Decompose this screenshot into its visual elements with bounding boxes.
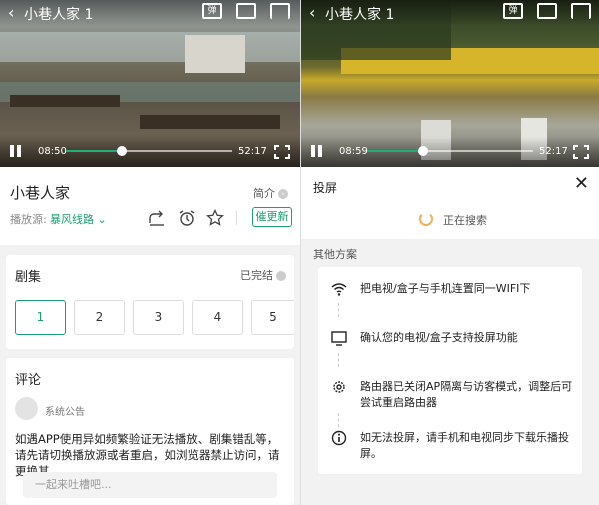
searching-label: 正在搜索 xyxy=(443,214,487,227)
pip-icon[interactable] xyxy=(236,3,256,19)
danmu-icon[interactable]: 弹 xyxy=(202,3,222,19)
intro-link[interactable]: 简介 › xyxy=(253,185,288,201)
episode-item[interactable]: 3 xyxy=(133,300,184,335)
divider xyxy=(236,211,237,225)
cast-panel: 投屏 ✕ 正在搜索 其他方案 把电视/盒子与手机连置同一WIFI下 确认您的电视… xyxy=(301,167,599,505)
gear-icon xyxy=(333,381,345,393)
cast-icon[interactable] xyxy=(571,3,591,19)
step-text: 确认您的电视/盒子支持投屏功能 xyxy=(360,331,518,344)
avatar xyxy=(15,397,38,420)
fullscreen-icon[interactable] xyxy=(274,145,290,159)
step-connector xyxy=(338,353,340,367)
search-status: 正在搜索 xyxy=(301,203,599,239)
step-text: 如无法投屏，请手机和电视同步下载乐播投屏。 xyxy=(360,431,569,460)
solutions-card: 把电视/盒子与手机连置同一WIFI下 确认您的电视/盒子支持投屏功能 路由器已关… xyxy=(318,267,582,474)
source-value: 暴风线路 xyxy=(50,213,94,226)
pause-icon[interactable] xyxy=(311,145,323,157)
app-root: ‹ 小巷人家 1 弹 08:50 52:17 小巷人家 简介 › 播放源: 暴风线… xyxy=(0,0,599,505)
chevron-down-icon: ⌄ xyxy=(97,213,107,226)
comments-title: 评论 xyxy=(15,373,42,388)
pause-icon[interactable] xyxy=(10,145,22,157)
info-icon xyxy=(331,430,347,446)
episodes-status[interactable]: 已完结 xyxy=(240,267,286,283)
comment-user: 系统公告 xyxy=(45,407,85,418)
progress-fill xyxy=(66,150,123,152)
step-connector xyxy=(338,303,340,317)
step-text: 把电视/盒子与手机连置同一WIFI下 xyxy=(360,282,531,295)
video-player[interactable]: ‹ 小巷人家 1 弹 08:50 52:17 xyxy=(0,0,300,167)
danmu-icon[interactable]: 弹 xyxy=(503,3,523,19)
episode-item[interactable]: 5 xyxy=(251,300,294,335)
other-solutions-label: 其他方案 xyxy=(313,248,357,261)
show-title: 小巷人家 xyxy=(10,184,71,202)
progress-fill xyxy=(367,150,424,152)
status-label: 已完结 xyxy=(240,269,273,282)
step-text: 路由器已关闭AP隔离与访客模式，调整后可尝试重启路由器 xyxy=(360,380,573,409)
current-time: 08:59 xyxy=(339,146,368,157)
close-icon[interactable]: ✕ xyxy=(574,173,589,194)
show-info: 小巷人家 简介 › 播放源: 暴风线路 ⌄ 催更新 xyxy=(0,167,300,245)
boat-2 xyxy=(140,115,280,129)
video-title: 小巷人家 1 xyxy=(24,7,94,23)
progress-bar[interactable] xyxy=(66,146,232,156)
duration: 52:17 xyxy=(238,146,267,157)
sky-haze xyxy=(0,32,300,62)
back-icon[interactable]: ‹ xyxy=(8,3,14,22)
intro-label: 简介 xyxy=(253,187,275,200)
boat-1 xyxy=(10,95,120,107)
loading-spinner-icon xyxy=(419,212,433,226)
episodes-title: 剧集 xyxy=(15,270,42,285)
episode-item[interactable]: 1 xyxy=(15,300,66,335)
alarm-icon[interactable] xyxy=(178,209,196,227)
cast-header: 投屏 ✕ xyxy=(301,167,599,203)
current-time: 08:50 xyxy=(38,146,67,157)
star-icon[interactable] xyxy=(206,209,224,227)
progress-bar[interactable] xyxy=(367,146,533,156)
video-title: 小巷人家 1 xyxy=(325,7,395,23)
episodes-card: 剧集 已完结 1 2 3 4 5 xyxy=(6,255,294,349)
chevron-right-icon xyxy=(276,271,286,281)
step-connector xyxy=(338,413,340,427)
share-icon[interactable] xyxy=(148,209,166,227)
episode-item[interactable]: 2 xyxy=(74,300,125,335)
chevron-right-icon: › xyxy=(278,189,288,199)
cast-icon[interactable] xyxy=(270,3,290,19)
video-player[interactable]: ‹ 小巷人家 1 弹 08:59 52:17 xyxy=(301,0,599,167)
cast-pane: ‹ 小巷人家 1 弹 08:59 52:17 投屏 ✕ 正在搜索 其他方案 把电… xyxy=(301,0,599,505)
urge-update-button[interactable]: 催更新 xyxy=(252,207,292,227)
source-label: 播放源: xyxy=(10,213,47,226)
back-icon[interactable]: ‹ xyxy=(309,3,315,22)
tv-icon xyxy=(331,331,347,346)
episode-item[interactable]: 4 xyxy=(192,300,243,335)
comment-input[interactable]: 一起来吐槽吧... xyxy=(23,472,277,498)
detail-pane: ‹ 小巷人家 1 弹 08:50 52:17 小巷人家 简介 › 播放源: 暴风线… xyxy=(0,0,300,505)
cast-title: 投屏 xyxy=(313,181,338,195)
fullscreen-icon[interactable] xyxy=(573,145,589,159)
pip-icon[interactable] xyxy=(537,3,557,19)
source-select[interactable]: 暴风线路 ⌄ xyxy=(50,211,107,227)
building xyxy=(185,35,245,73)
duration: 52:17 xyxy=(539,146,568,157)
wifi-icon xyxy=(331,283,347,296)
